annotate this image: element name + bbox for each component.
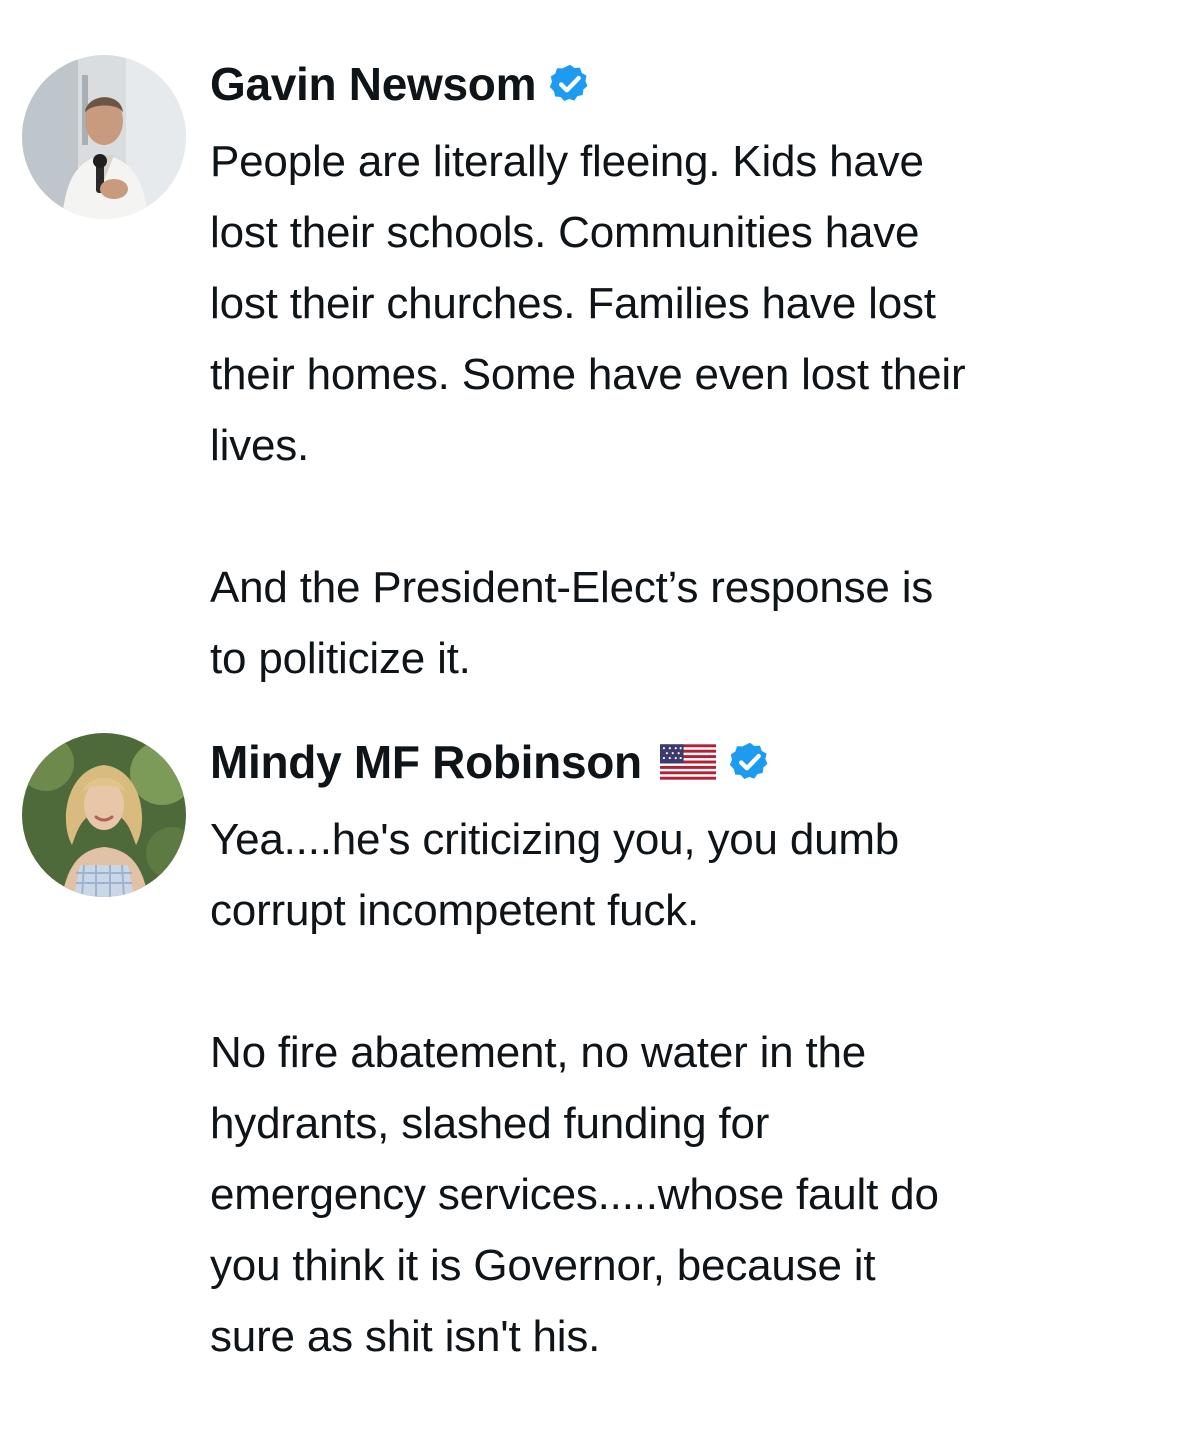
author-name[interactable]: Gavin Newsom — [210, 52, 536, 116]
avatar[interactable] — [22, 733, 186, 897]
avatar-photo-icon — [22, 733, 186, 897]
post-paragraph: Yea....he's criticizing you, you dumb co… — [210, 815, 900, 935]
author-row: Gavin Newsom — [210, 52, 592, 116]
verified-badge-icon — [728, 740, 772, 784]
post-paragraph: No fire abatement, no water in the hydra… — [210, 1028, 939, 1361]
author-row: Mindy MF Robinson — [210, 730, 772, 794]
us-flag-icon — [659, 744, 716, 780]
avatar[interactable] — [22, 55, 186, 219]
post-text: Yea....he's criticizing you, you dumb co… — [210, 804, 1180, 1372]
avatar-photo-icon — [22, 55, 186, 219]
author-name[interactable]: Mindy MF Robinson — [210, 730, 642, 794]
post-paragraph: And the President-Elect’s response is to… — [210, 563, 934, 683]
post-text: People are literally fleeing. Kids have … — [210, 126, 1180, 694]
post-paragraph: People are literally fleeing. Kids have … — [210, 137, 966, 470]
verified-badge-icon — [548, 62, 592, 106]
